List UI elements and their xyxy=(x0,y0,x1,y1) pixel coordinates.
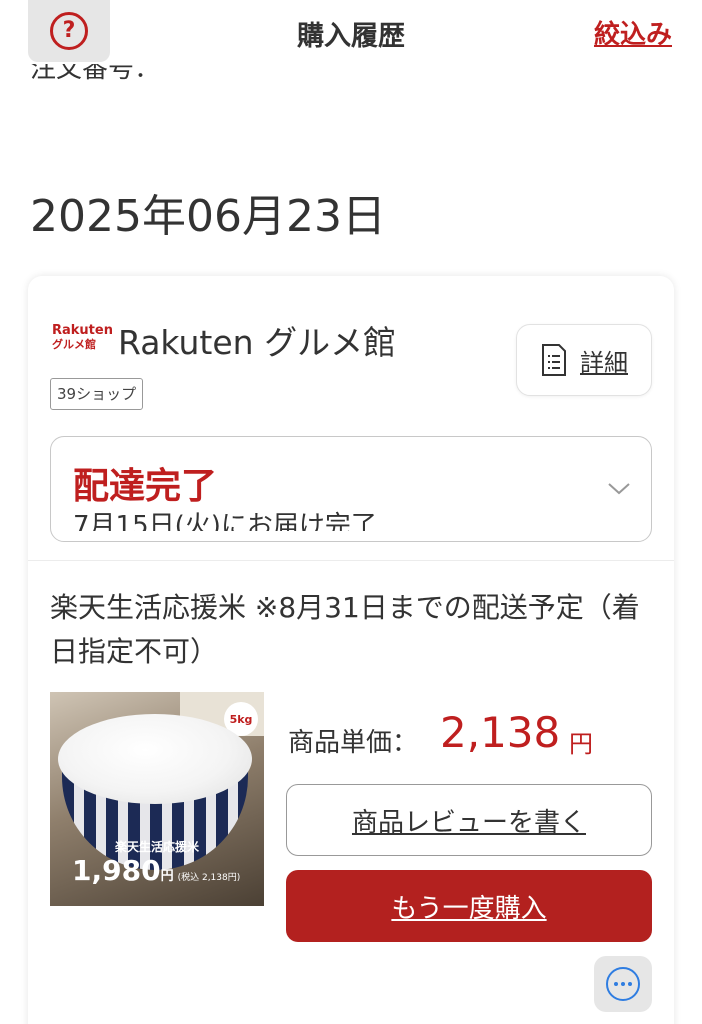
header: ? 購入履歴 絞込み xyxy=(0,0,702,64)
unit-price-value: 2,138 xyxy=(440,708,561,757)
purchase-history-page: ? 購入履歴 絞込み 注文番号： 2025年06月23日 Rakuten グルメ… xyxy=(0,0,702,1024)
delivery-status-title: 配達完了 xyxy=(73,466,218,507)
product-image-price: 1,980円 (税込 2,138円) xyxy=(72,854,240,887)
product-image-price-value: 1,980 xyxy=(72,854,161,887)
detail-button-label: 詳細 xyxy=(580,348,628,377)
product-title[interactable]: 楽天生活応援米 ※8月31日までの配送予定（着日指定不可） xyxy=(50,586,650,674)
more-horizontal-icon xyxy=(606,967,640,1001)
shop-logo: Rakuten グルメ館 xyxy=(52,323,113,351)
shop-badge: 39ショップ xyxy=(50,378,144,410)
product-image[interactable]: 5kg 楽天生活応援米 1,980円 (税込 2,138円) xyxy=(50,692,264,906)
write-review-button[interactable]: 商品レビューを書く xyxy=(286,784,652,856)
delivery-status-subtitle: 7月15日(火)にお届け完了 xyxy=(73,511,377,531)
divider xyxy=(28,560,674,561)
shop-logo-line2: グルメ館 xyxy=(52,338,96,351)
buy-again-button[interactable]: もう一度購入 xyxy=(286,870,652,942)
order-card: Rakuten グルメ館 Rakuten グルメ館 39ショップ 詳細 配達完了 xyxy=(28,276,674,1024)
shop-name[interactable]: Rakuten グルメ館 xyxy=(118,316,396,364)
filter-link[interactable]: 絞込み xyxy=(594,14,672,51)
more-options-button[interactable] xyxy=(594,956,652,1012)
unit-price-currency: 円 xyxy=(569,730,593,758)
product-image-label: 楽天生活応援米 xyxy=(114,840,199,854)
document-list-icon xyxy=(540,343,568,377)
unit-price-label: 商品単価： xyxy=(288,728,419,758)
detail-button[interactable]: 詳細 xyxy=(516,324,652,396)
delivery-status-accordion[interactable]: 配達完了 7月15日(火)にお届け完了 xyxy=(50,436,652,542)
product-image-price-unit: 円 xyxy=(160,869,174,884)
product-image-rice xyxy=(58,714,252,804)
chevron-down-icon xyxy=(607,479,630,499)
order-date: 2025年06月23日 xyxy=(30,191,386,242)
product-image-tax-note: (税込 2,138円) xyxy=(177,873,241,883)
shop-logo-line1: Rakuten xyxy=(52,323,113,338)
